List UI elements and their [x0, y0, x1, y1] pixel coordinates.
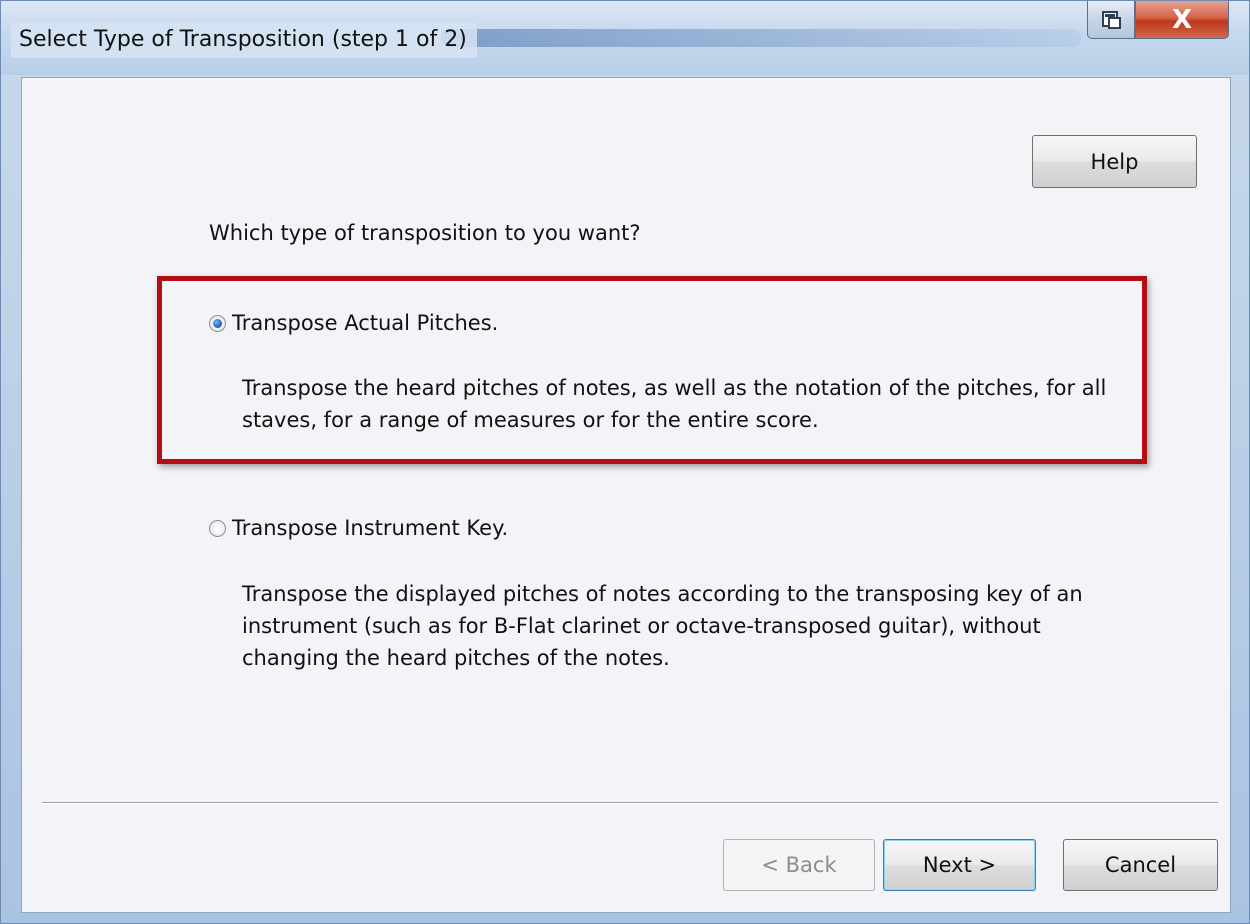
description-line: changing the heard pitches of the notes. — [242, 646, 670, 670]
restore-button[interactable] — [1087, 1, 1135, 39]
option-transpose-instrument-key[interactable]: Transpose Instrument Key. — [209, 516, 508, 540]
footer-separator — [42, 802, 1218, 804]
window-title: Select Type of Transposition (step 1 of … — [11, 23, 477, 58]
title-bar[interactable]: Select Type of Transposition (step 1 of … — [1, 1, 1249, 75]
back-button[interactable]: < Back — [723, 839, 875, 891]
option-description: Transpose the heard pitches of notes, as… — [242, 372, 1122, 436]
title-bar-glow — [441, 29, 1081, 47]
radio-button-unchecked[interactable] — [209, 519, 226, 537]
dialog-window: Select Type of Transposition (step 1 of … — [0, 0, 1250, 924]
option-label[interactable]: Transpose Instrument Key. — [232, 516, 508, 540]
close-icon: X — [1171, 4, 1193, 35]
option-description: Transpose the displayed pitches of notes… — [242, 578, 1122, 674]
close-button[interactable]: X — [1135, 1, 1229, 39]
dialog-body: Help Which type of transposition to you … — [21, 77, 1231, 913]
description-line: Transpose the heard pitches of notes, as… — [242, 376, 1107, 400]
radio-button-checked[interactable] — [209, 314, 226, 332]
option-label[interactable]: Transpose Actual Pitches. — [232, 311, 498, 335]
next-button[interactable]: Next > — [883, 839, 1036, 891]
question-label: Which type of transposition to you want? — [209, 221, 641, 245]
option-transpose-actual-pitches[interactable]: Transpose Actual Pitches. — [209, 311, 498, 335]
description-line: instrument (such as for B-Flat clarinet … — [242, 614, 1041, 638]
description-line: staves, for a range of measures or for t… — [242, 408, 819, 432]
cancel-button[interactable]: Cancel — [1063, 839, 1218, 891]
help-button[interactable]: Help — [1032, 135, 1197, 188]
restore-icon — [1102, 10, 1121, 29]
description-line: Transpose the displayed pitches of notes… — [242, 582, 1083, 606]
